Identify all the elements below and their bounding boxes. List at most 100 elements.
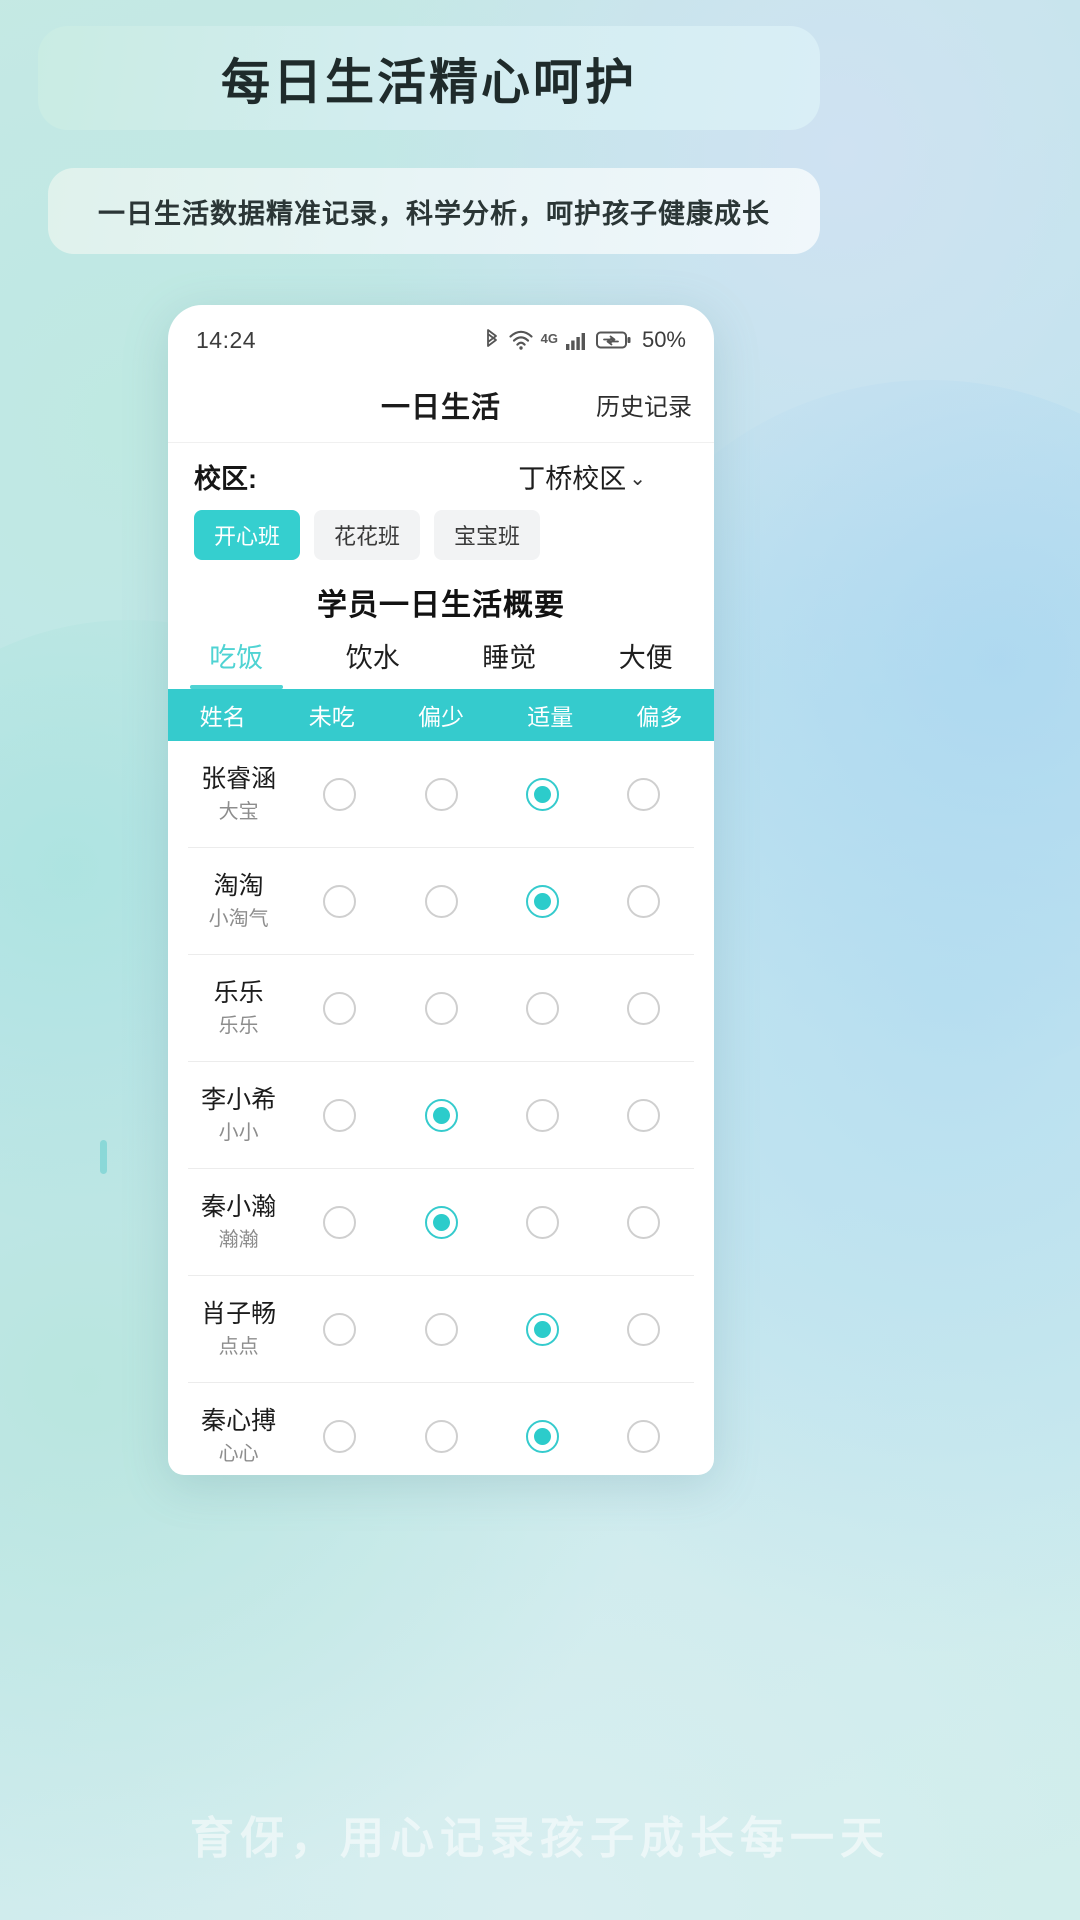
table-row: 肖子畅 点点 xyxy=(188,1276,694,1383)
option-cell[interactable] xyxy=(492,1098,593,1132)
class-chip-huahua[interactable]: 花花班 xyxy=(314,510,421,560)
class-chip-kaixin[interactable]: 开心班 xyxy=(194,510,301,560)
radio-button[interactable] xyxy=(525,884,559,918)
radio-button[interactable] xyxy=(424,991,458,1025)
radio-button[interactable] xyxy=(323,1420,357,1453)
option-cell[interactable] xyxy=(492,1312,593,1346)
campus-select[interactable]: 丁桥校区 ⌄ xyxy=(518,457,646,496)
network-type-label: 4G xyxy=(540,331,558,346)
status-bar: 14:24 4G 50% xyxy=(168,305,714,367)
option-cell[interactable] xyxy=(593,991,694,1025)
option-cell[interactable] xyxy=(390,1420,491,1453)
promo-subtitle: 一日生活数据精准记录，科学分析，呵护孩子健康成长 xyxy=(98,198,770,229)
radio-button[interactable] xyxy=(323,991,357,1025)
option-cell[interactable] xyxy=(593,1098,694,1132)
radio-button[interactable] xyxy=(626,1420,660,1453)
option-cell[interactable] xyxy=(492,1205,593,1239)
option-cell[interactable] xyxy=(492,991,593,1025)
category-tabs: 吃饭 饮水 睡觉 大便 xyxy=(168,636,714,689)
radio-button[interactable] xyxy=(323,1098,357,1132)
option-cell[interactable] xyxy=(289,777,390,811)
tab-sleeping[interactable]: 睡觉 xyxy=(441,636,578,689)
option-cell[interactable] xyxy=(289,884,390,918)
option-cell[interactable] xyxy=(593,1205,694,1239)
student-alias: 小淘气 xyxy=(208,907,269,930)
radio-button[interactable] xyxy=(525,991,559,1025)
promo-title: 每日生活精心呵护 xyxy=(220,55,637,110)
option-cell[interactable] xyxy=(390,1205,491,1239)
radio-button[interactable] xyxy=(525,1420,559,1453)
radio-button[interactable] xyxy=(424,1420,458,1453)
history-link[interactable]: 历史记录 xyxy=(596,387,692,422)
column-header-few: 偏少 xyxy=(418,704,464,730)
table-row: 淘淘 小淘气 xyxy=(188,848,694,955)
option-cell[interactable] xyxy=(492,1420,593,1453)
option-cell[interactable] xyxy=(289,1098,390,1132)
radio-button[interactable] xyxy=(424,1205,458,1239)
student-name: 淘淘 xyxy=(213,871,264,900)
side-indicator xyxy=(100,1140,107,1174)
radio-button[interactable] xyxy=(323,884,357,918)
student-name: 乐乐 xyxy=(213,978,264,1007)
option-cell[interactable] xyxy=(492,777,593,811)
campus-row: 校区: 丁桥校区 ⌄ xyxy=(168,443,714,504)
option-cell[interactable] xyxy=(390,777,491,811)
radio-button[interactable] xyxy=(626,777,660,811)
radio-button[interactable] xyxy=(323,777,357,811)
radio-button[interactable] xyxy=(525,1205,559,1239)
student-name-cell: 乐乐 乐乐 xyxy=(188,977,289,1040)
class-chip-baobao[interactable]: 宝宝班 xyxy=(434,510,541,560)
option-cell[interactable] xyxy=(289,1205,390,1239)
tab-drinking[interactable]: 饮水 xyxy=(305,636,442,689)
student-name-cell: 秦心搏 心心 xyxy=(188,1405,289,1468)
option-cell[interactable] xyxy=(390,1312,491,1346)
option-cell[interactable] xyxy=(593,884,694,918)
radio-button[interactable] xyxy=(626,884,660,918)
radio-button[interactable] xyxy=(323,1205,357,1239)
promo-subtitle-banner: 一日生活数据精准记录，科学分析，呵护孩子健康成长 xyxy=(48,168,820,254)
campus-label: 校区: xyxy=(194,464,257,494)
student-name-cell: 肖子畅 点点 xyxy=(188,1298,289,1361)
student-name-cell: 淘淘 小淘气 xyxy=(188,870,289,933)
option-cell[interactable] xyxy=(390,884,491,918)
radio-button[interactable] xyxy=(525,1098,559,1132)
column-header-name: 姓名 xyxy=(199,704,246,730)
student-alias: 心心 xyxy=(218,1443,259,1466)
option-cell[interactable] xyxy=(390,1098,491,1132)
radio-button[interactable] xyxy=(424,884,458,918)
student-name: 张睿涵 xyxy=(201,764,277,793)
radio-button[interactable] xyxy=(424,1098,458,1132)
radio-button[interactable] xyxy=(424,777,458,811)
radio-button[interactable] xyxy=(626,1312,660,1346)
radio-button[interactable] xyxy=(626,1205,660,1239)
option-cell[interactable] xyxy=(390,991,491,1025)
column-header-moderate: 适量 xyxy=(527,704,574,730)
tab-eating[interactable]: 吃饭 xyxy=(168,636,305,689)
signal-icon xyxy=(565,329,589,351)
wifi-icon xyxy=(508,329,534,351)
option-cell[interactable] xyxy=(593,1312,694,1346)
app-header: 一日生活 历史记录 xyxy=(168,367,714,443)
option-cell[interactable] xyxy=(593,777,694,811)
student-table-body: 张睿涵 大宝 淘淘 小淘气 乐乐 乐乐 李小希 小小 秦小瀚 瀚瀚 肖子畅 点点 秦心搏 心心 xyxy=(168,741,714,1475)
option-cell[interactable] xyxy=(289,1312,390,1346)
student-alias: 瀚瀚 xyxy=(218,1228,259,1251)
radio-button[interactable] xyxy=(323,1312,357,1346)
option-cell[interactable] xyxy=(492,884,593,918)
battery-percent: 50% xyxy=(641,327,686,352)
tab-toilet[interactable]: 大便 xyxy=(578,636,715,689)
student-name: 秦心搏 xyxy=(201,1407,277,1436)
radio-button[interactable] xyxy=(525,1312,559,1346)
radio-button[interactable] xyxy=(424,1312,458,1346)
table-row: 李小希 小小 xyxy=(188,1062,694,1169)
chevron-down-icon: ⌄ xyxy=(629,468,646,490)
option-cell[interactable] xyxy=(593,1420,694,1453)
option-cell[interactable] xyxy=(289,1420,390,1453)
radio-button[interactable] xyxy=(626,991,660,1025)
table-header: 姓名 未吃 偏少 适量 偏多 xyxy=(168,689,714,741)
radio-button[interactable] xyxy=(525,777,559,811)
student-alias: 小小 xyxy=(218,1121,259,1144)
radio-button[interactable] xyxy=(626,1098,660,1132)
phone-mockup: 14:24 4G 50% 一日生活 历史记录 校区: 丁桥校区 ⌄ 开心班 花花… xyxy=(168,305,714,1475)
option-cell[interactable] xyxy=(289,991,390,1025)
